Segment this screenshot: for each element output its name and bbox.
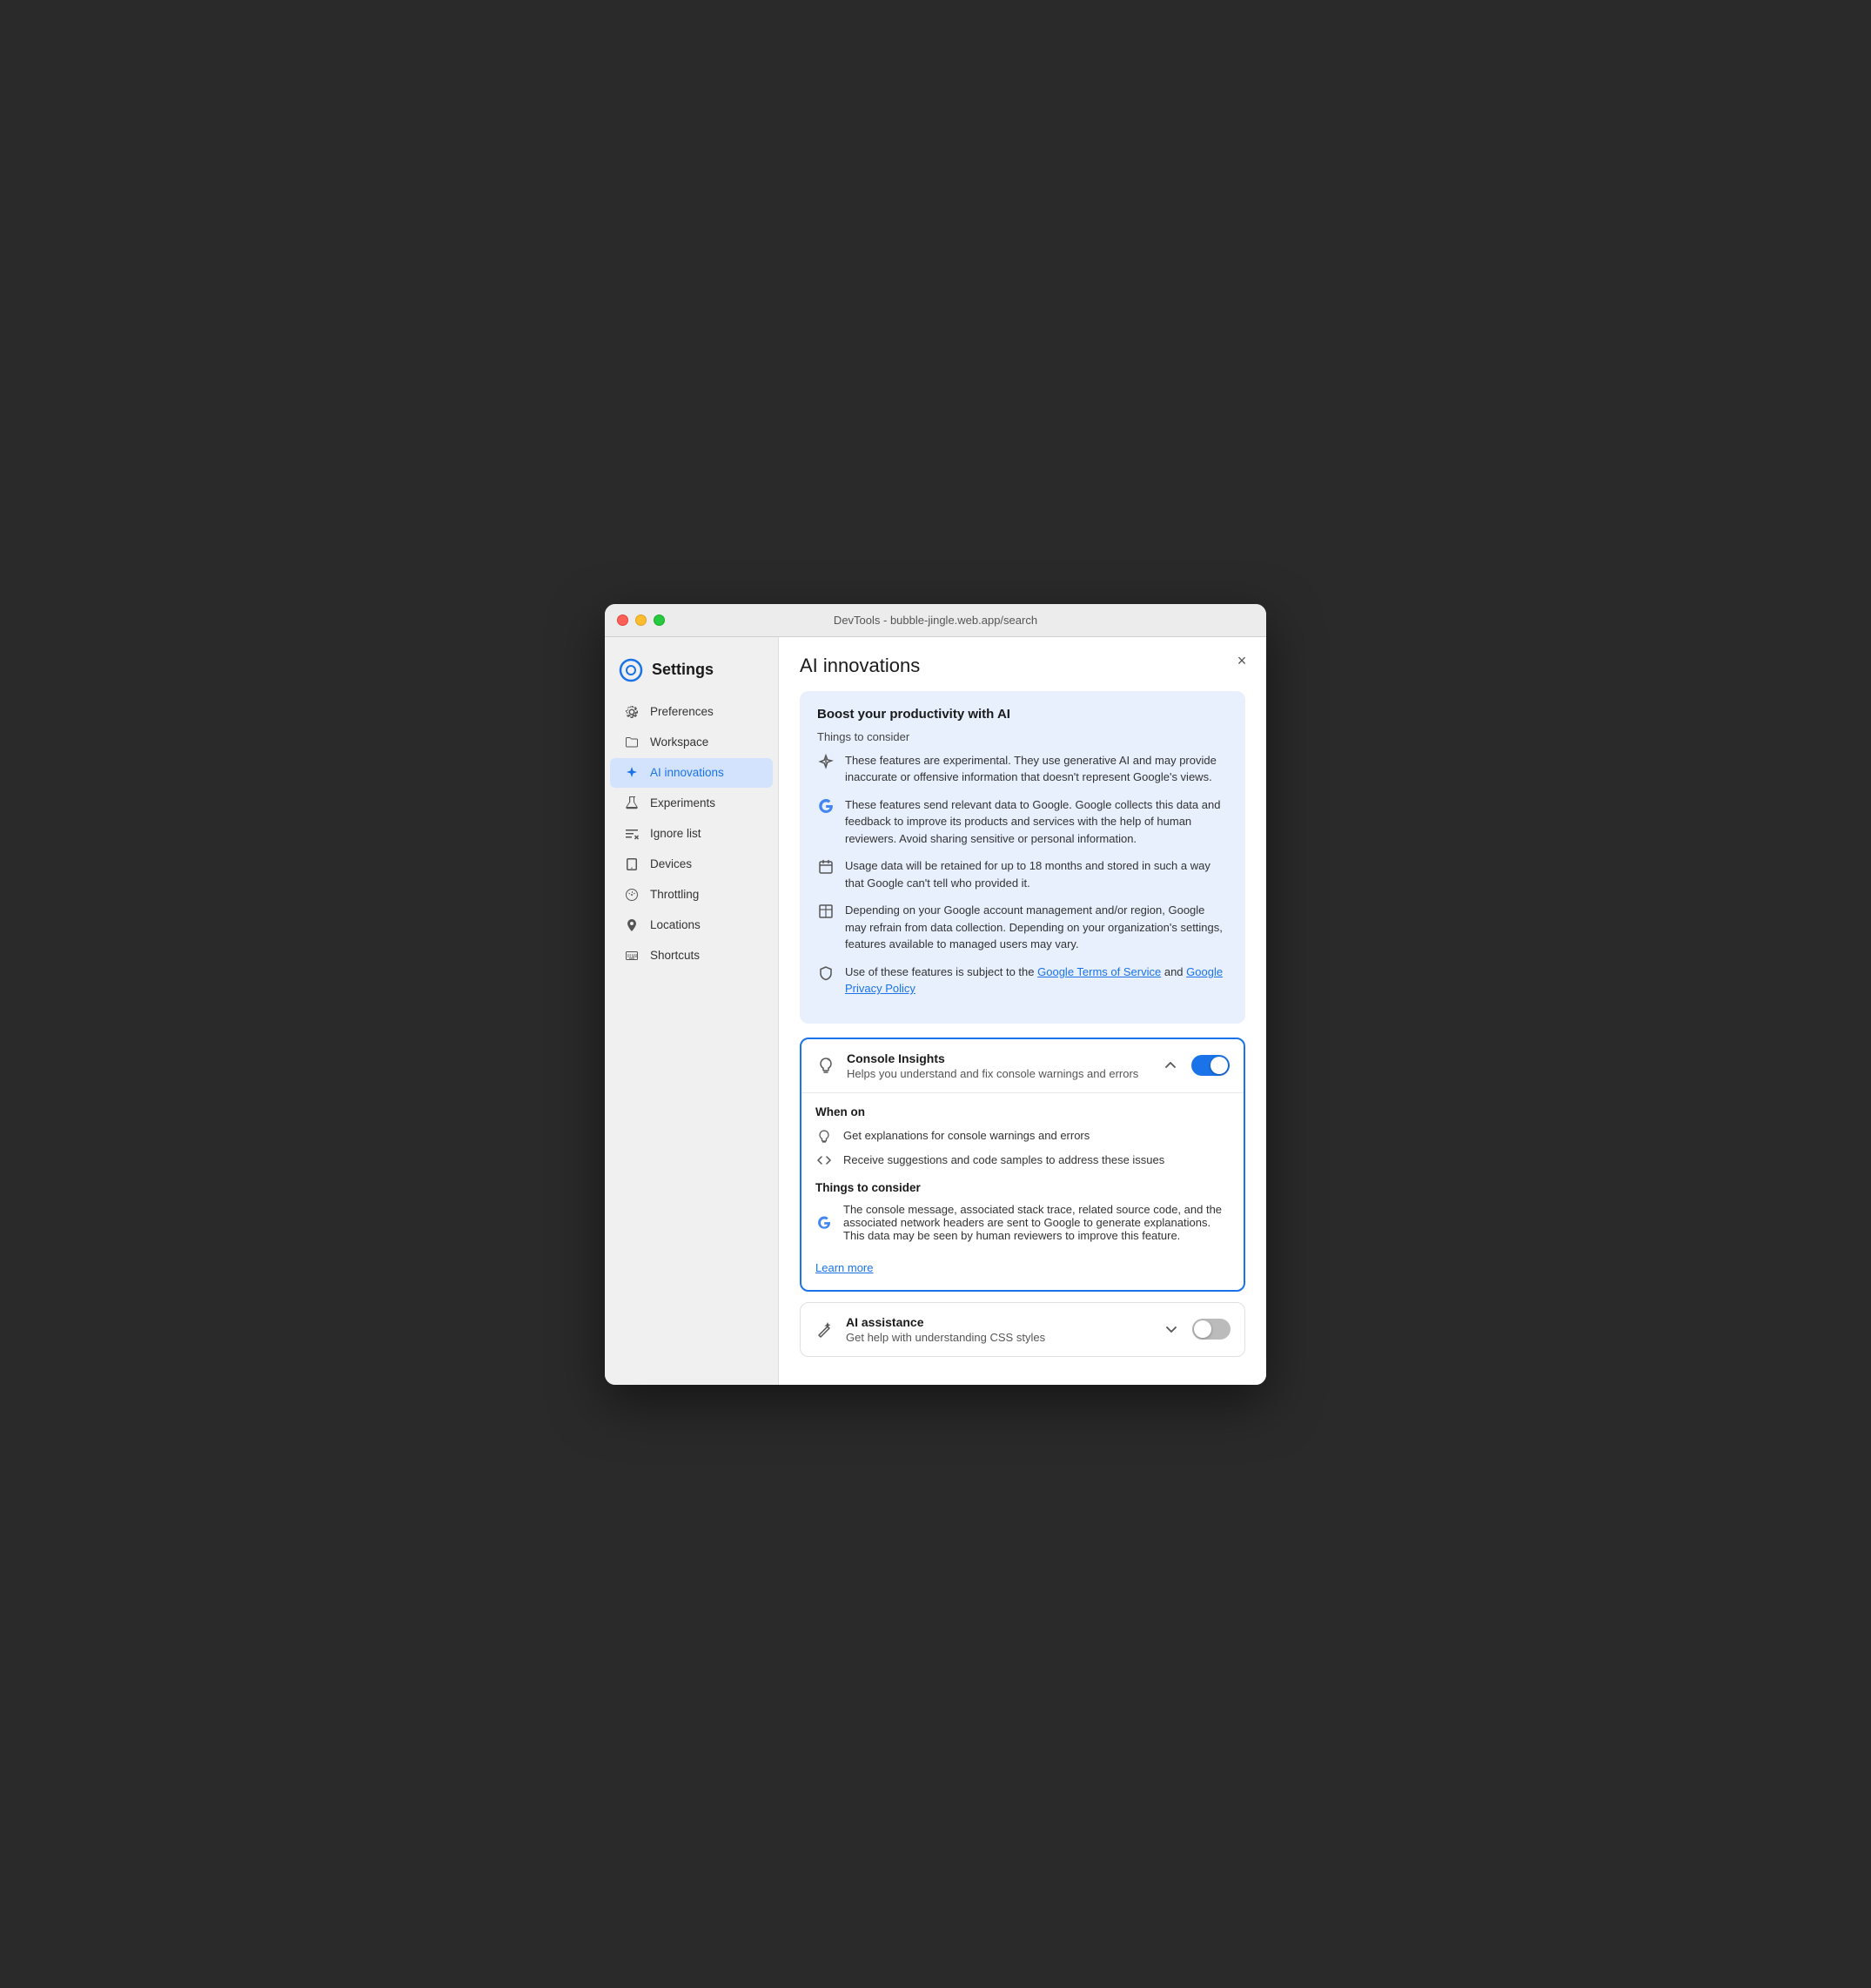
google-privacy-link[interactable]: Google Privacy Policy	[845, 965, 1223, 996]
console-insights-controls	[1160, 1055, 1230, 1076]
sidebar-title: Settings	[652, 661, 714, 679]
info-item-text-4: Use of these features is subject to the …	[845, 964, 1228, 997]
sparkle-icon	[624, 765, 640, 781]
sidebar-item-label-workspace: Workspace	[650, 735, 708, 749]
console-insights-header: Console Insights Helps you understand an…	[801, 1039, 1244, 1092]
sidebar-item-label-ignore: Ignore list	[650, 827, 701, 840]
info-box-title: Boost your productivity with AI	[817, 707, 1228, 722]
flask-icon	[624, 796, 640, 811]
window-title: DevTools - bubble-jingle.web.app/search	[834, 614, 1037, 627]
settings-logo-icon	[619, 658, 643, 682]
sidebar-item-label-devices: Devices	[650, 857, 692, 870]
sidebar-item-label-ai: AI innovations	[650, 766, 724, 779]
sidebar-item-label-locations: Locations	[650, 918, 701, 931]
info-item-3: Depending on your Google account managem…	[817, 902, 1228, 953]
sidebar-item-devices[interactable]: Devices	[610, 850, 773, 879]
content-area: Settings Preferences	[605, 637, 1266, 1385]
info-item-text-2: Usage data will be retained for up to 18…	[845, 857, 1228, 891]
ai-assistance-toggle-knob	[1194, 1320, 1211, 1338]
pin-icon	[624, 917, 640, 933]
when-on-item-1: Receive suggestions and code samples to …	[815, 1152, 1230, 1169]
google-tos-link[interactable]: Google Terms of Service	[1037, 965, 1161, 978]
things-text-0: The console message, associated stack tr…	[843, 1203, 1230, 1242]
sidebar-item-ignore-list[interactable]: Ignore list	[610, 819, 773, 849]
close-traffic-light[interactable]	[617, 615, 628, 626]
when-on-text-0: Get explanations for console warnings an…	[843, 1129, 1090, 1142]
sidebar-header: Settings	[605, 651, 778, 696]
console-insights-desc: Helps you understand and fix console war…	[847, 1067, 1150, 1080]
google-g-small-icon	[815, 1213, 833, 1231]
calendar-icon	[817, 858, 835, 876]
shield-icon	[817, 964, 835, 982]
ai-assistance-desc: Get help with understanding CSS styles	[846, 1331, 1150, 1344]
sparkle-wand-icon	[815, 1319, 835, 1340]
console-insights-text: Console Insights Helps you understand an…	[847, 1051, 1150, 1080]
info-item-text-3: Depending on your Google account managem…	[845, 902, 1228, 953]
sidebar-item-ai-innovations[interactable]: AI innovations	[610, 758, 773, 788]
info-item-4: Use of these features is subject to the …	[817, 964, 1228, 997]
ai-assistance-card: AI assistance Get help with understandin…	[800, 1302, 1245, 1357]
ai-assistance-expand-button[interactable]	[1161, 1319, 1182, 1340]
ai-assistance-toggle[interactable]	[1192, 1319, 1231, 1340]
sidebar-item-preferences[interactable]: Preferences	[610, 697, 773, 727]
folder-icon	[624, 735, 640, 750]
sidebar-item-experiments[interactable]: Experiments	[610, 789, 773, 818]
sidebar-item-throttling[interactable]: Throttling	[610, 880, 773, 910]
sidebar-item-label-experiments: Experiments	[650, 796, 715, 809]
ai-assistance-controls	[1161, 1319, 1231, 1340]
when-on-title: When on	[815, 1105, 1230, 1118]
settings-window: DevTools - bubble-jingle.web.app/search …	[605, 604, 1266, 1385]
sidebar-item-locations[interactable]: Locations	[610, 910, 773, 940]
info-item-text-1: These features send relevant data to Goo…	[845, 796, 1228, 848]
ai-info-box: Boost your productivity with AI Things t…	[800, 691, 1245, 1024]
google-g-icon	[817, 797, 835, 815]
gear-icon	[624, 704, 640, 720]
list-x-icon	[624, 826, 640, 842]
info-box-subtitle: Things to consider	[817, 730, 1228, 743]
sparkle-warning-icon	[817, 753, 835, 770]
console-insights-body: When on Get explanations for console war…	[801, 1092, 1244, 1290]
console-insights-collapse-button[interactable]	[1160, 1055, 1181, 1076]
sidebar-item-workspace[interactable]: Workspace	[610, 728, 773, 757]
when-on-text-1: Receive suggestions and code samples to …	[843, 1153, 1164, 1166]
console-insights-card: Console Insights Helps you understand an…	[800, 1038, 1245, 1292]
page-title: AI innovations	[800, 655, 1245, 677]
info-item-2: Usage data will be retained for up to 18…	[817, 857, 1228, 891]
ai-assistance-text: AI assistance Get help with understandin…	[846, 1315, 1150, 1344]
sidebar: Settings Preferences	[605, 637, 779, 1385]
traffic-lights	[617, 615, 665, 626]
sidebar-item-label-preferences: Preferences	[650, 705, 714, 718]
lightbulb-sparkle-icon	[815, 1055, 836, 1076]
console-insights-toggle[interactable]	[1191, 1055, 1230, 1076]
info-item-1: These features send relevant data to Goo…	[817, 796, 1228, 848]
minimize-traffic-light[interactable]	[635, 615, 647, 626]
sidebar-item-label-shortcuts: Shortcuts	[650, 949, 700, 962]
main-content: × AI innovations Boost your productivity…	[779, 637, 1266, 1385]
info-item-0: These features are experimental. They us…	[817, 752, 1228, 786]
info-item-text-0: These features are experimental. They us…	[845, 752, 1228, 786]
sidebar-item-shortcuts[interactable]: Shortcuts	[610, 941, 773, 970]
titlebar: DevTools - bubble-jingle.web.app/search	[605, 604, 1266, 637]
code-brackets-icon	[815, 1152, 833, 1169]
things-to-consider-title: Things to consider	[815, 1181, 1230, 1194]
close-button[interactable]: ×	[1231, 651, 1252, 672]
things-item-0: The console message, associated stack tr…	[815, 1203, 1230, 1242]
keyboard-icon	[624, 948, 640, 964]
sidebar-item-label-throttling: Throttling	[650, 888, 699, 901]
learn-more-link[interactable]: Learn more	[815, 1261, 873, 1274]
gauge-icon	[624, 887, 640, 903]
device-icon	[624, 856, 640, 872]
console-insights-name: Console Insights	[847, 1051, 1150, 1065]
maximize-traffic-light[interactable]	[654, 615, 665, 626]
when-on-item-0: Get explanations for console warnings an…	[815, 1127, 1230, 1145]
ai-assistance-header: AI assistance Get help with understandin…	[801, 1303, 1244, 1356]
lightbulb-icon	[815, 1127, 833, 1145]
building-icon	[817, 903, 835, 920]
console-insights-toggle-knob	[1210, 1057, 1228, 1074]
ai-assistance-name: AI assistance	[846, 1315, 1150, 1329]
